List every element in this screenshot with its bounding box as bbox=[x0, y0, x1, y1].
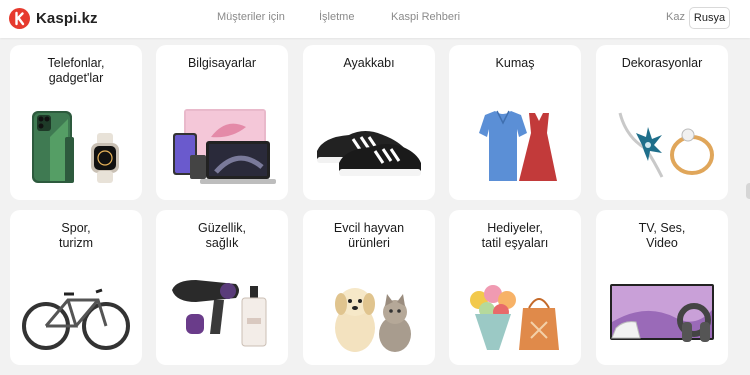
pets-image bbox=[335, 288, 411, 352]
clothing-image bbox=[479, 110, 557, 181]
bicycle-image bbox=[22, 288, 130, 350]
category-clothing[interactable]: Kumaş bbox=[449, 45, 581, 200]
category-sport[interactable]: Spor, turizm bbox=[10, 210, 142, 365]
category-phones[interactable]: Telefonlar, gadget'lar bbox=[10, 45, 142, 200]
category-pets[interactable]: Evcil hayvan ürünleri bbox=[303, 210, 435, 365]
nav-customers[interactable]: Müşteriler için bbox=[217, 11, 285, 23]
nav-business[interactable]: İşletme bbox=[319, 11, 354, 23]
category-shoes[interactable]: Ayakkabı bbox=[303, 45, 435, 200]
shoes-image bbox=[317, 131, 421, 176]
beauty-image bbox=[172, 280, 267, 347]
category-title: Evcil hayvan ürünleri bbox=[333, 221, 405, 250]
category-title: Telefonlar, gadget'lar bbox=[47, 56, 105, 85]
category-title: Bilgisayarlar bbox=[187, 56, 257, 70]
kaspi-logo[interactable]: Kaspi.kz bbox=[9, 7, 98, 29]
category-computers[interactable]: Bilgisayarlar bbox=[156, 45, 288, 200]
category-title: Dekorasyonlar bbox=[621, 56, 703, 70]
category-title: Spor, turizm bbox=[58, 221, 94, 250]
category-title: Kumaş bbox=[495, 56, 535, 70]
category-gifts[interactable]: Hediyeler, tatil eşyaları bbox=[449, 210, 581, 365]
phone-watch-image bbox=[32, 111, 119, 183]
nav-kaspi-guide[interactable]: Kaspi Rehberi bbox=[391, 11, 460, 23]
top-header: Kaspi.kz Müşteriler için İşletme Kaspi R… bbox=[0, 0, 750, 38]
category-beauty[interactable]: Güzellik, sağlık bbox=[156, 210, 288, 365]
category-tv-audio[interactable]: TV, Ses, Video bbox=[596, 210, 728, 365]
lang-rus-button[interactable]: Rusya bbox=[689, 7, 730, 29]
category-jewelry[interactable]: Dekorasyonlar bbox=[596, 45, 728, 200]
lang-kaz[interactable]: Kaz bbox=[666, 11, 685, 23]
logo-text: Kaspi.kz bbox=[36, 9, 98, 27]
category-title: Ayakkabı bbox=[343, 56, 395, 70]
computer-image bbox=[173, 109, 276, 184]
scroll-handle[interactable] bbox=[746, 183, 750, 199]
gifts-image bbox=[470, 285, 559, 350]
category-title: Hediyeler, tatil eşyaları bbox=[481, 221, 549, 250]
category-title: Güzellik, sağlık bbox=[198, 221, 246, 250]
kaspi-logo-icon bbox=[9, 7, 30, 29]
tv-audio-image bbox=[610, 284, 714, 342]
jewelry-image bbox=[618, 112, 714, 178]
category-title: TV, Ses, Video bbox=[638, 221, 686, 250]
